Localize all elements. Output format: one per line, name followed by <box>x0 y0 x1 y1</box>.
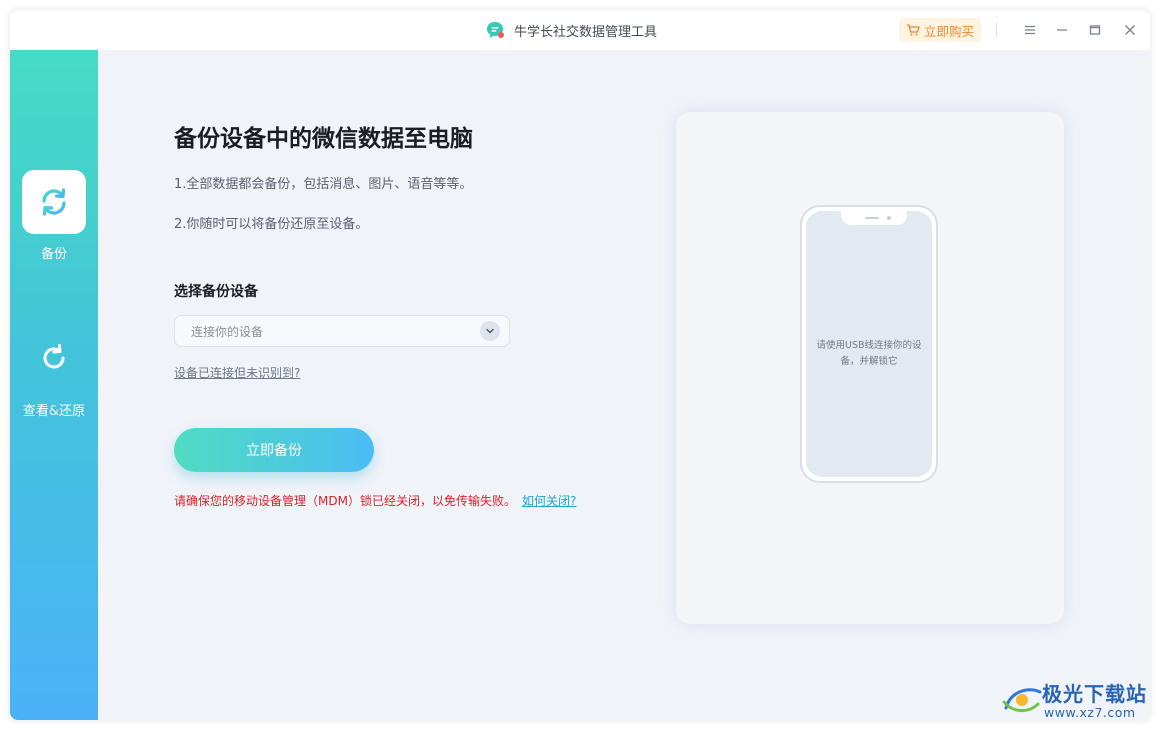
cart-icon <box>906 24 920 36</box>
close-button[interactable] <box>1120 20 1140 40</box>
sidebar-icon-plain <box>36 340 72 376</box>
device-preview-card: 请使用USB线连接你的设备，并解锁它 <box>676 112 1064 624</box>
menu-button[interactable] <box>1020 20 1040 40</box>
main-panel: 备份设备中的微信数据至电脑 1.全部数据都会备份，包括消息、图片、语音等等。 2… <box>98 50 1150 720</box>
sync-icon <box>42 188 66 216</box>
device-select-dropdown[interactable]: 连接你的设备 <box>174 315 510 347</box>
buy-now-label: 立即购买 <box>923 23 974 39</box>
title-divider <box>996 22 997 38</box>
buy-now-button[interactable]: 立即购买 <box>899 18 981 42</box>
maximize-icon <box>1089 25 1101 35</box>
sidebar-icon-box <box>22 170 86 234</box>
mdm-warning-text: 请确保您的移动设备管理（MDM）锁已经关闭，以免传输失败。 <box>174 494 516 508</box>
menu-icon <box>1025 25 1035 35</box>
phone-notch <box>841 211 907 225</box>
phone-camera <box>887 216 891 220</box>
connect-device-hint: 请使用USB线连接你的设备，并解锁它 <box>816 340 922 367</box>
device-not-recognized-link[interactable]: 设备已连接但未识别到? <box>174 364 300 381</box>
watermark: 极光下载站 www.xz7.com <box>1000 678 1150 722</box>
title-bar: 牛学长社交数据管理工具 立即购买 <box>10 10 1150 50</box>
description-line-1: 1.全部数据都会备份，包括消息、图片、语音等等。 <box>174 177 473 192</box>
close-icon <box>1125 25 1135 35</box>
refresh-icon <box>43 344 65 369</box>
sidebar-item-backup[interactable]: 备份 <box>10 170 98 270</box>
chat-bubble-icon <box>487 22 504 38</box>
minimize-icon <box>1057 29 1067 31</box>
sidebar-item-label: 备份 <box>40 247 67 262</box>
watermark-logo-icon <box>1002 688 1042 712</box>
page-title: 备份设备中的微信数据至电脑 <box>174 126 473 152</box>
sidebar-item-view-restore[interactable]: 查看&还原 <box>10 340 98 430</box>
sidebar-item-label: 查看&还原 <box>22 404 86 419</box>
minimize-button[interactable] <box>1052 20 1072 40</box>
watermark-url: www.xz7.com <box>1044 705 1136 720</box>
sidebar: 备份 查看&还原 <box>10 50 98 720</box>
select-device-label: 选择备份设备 <box>174 284 258 300</box>
watermark-name: 极光下载站 <box>1042 682 1147 706</box>
description-line-2: 2.你随时可以将备份还原至设备。 <box>174 217 369 232</box>
app-window: 牛学长社交数据管理工具 立即购买 备份 查看&还原 备份设备中的微信数据至电脑 … <box>10 10 1150 720</box>
phone-screen: 请使用USB线连接你的设备，并解锁它 <box>806 211 932 477</box>
device-select-placeholder: 连接你的设备 <box>191 325 264 339</box>
mdm-warning: 请确保您的移动设备管理（MDM）锁已经关闭，以免传输失败。 如何关闭? <box>174 492 576 509</box>
phone-speaker <box>865 217 879 219</box>
phone-illustration: 请使用USB线连接你的设备，并解锁它 <box>800 205 938 483</box>
chevron-down-icon <box>480 321 500 341</box>
maximize-button[interactable] <box>1085 20 1105 40</box>
backup-now-button[interactable]: 立即备份 <box>174 428 374 472</box>
app-title: 牛学长社交数据管理工具 <box>514 25 658 40</box>
how-to-disable-link[interactable]: 如何关闭? <box>522 494 576 508</box>
